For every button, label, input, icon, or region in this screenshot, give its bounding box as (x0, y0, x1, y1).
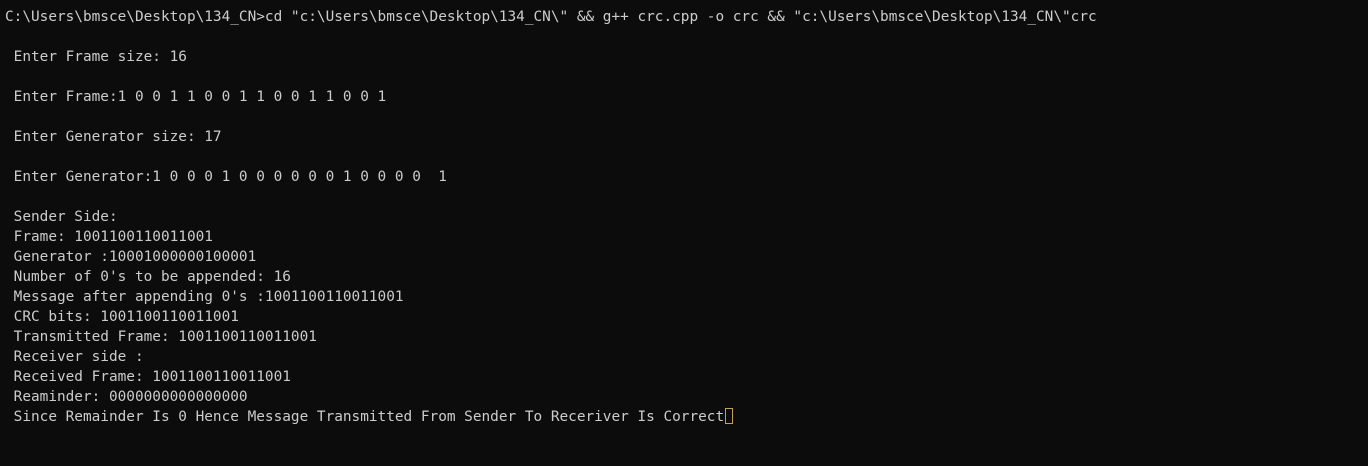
remainder-output: Reaminder: 0000000000000000 (5, 389, 248, 405)
generator-prompt: Enter Generator:1 0 0 0 1 0 0 0 0 0 0 1 … (5, 169, 447, 185)
transmitted-frame-output: Transmitted Frame: 1001100110011001 (5, 329, 317, 345)
generator-output: Generator :10001000000100001 (5, 249, 257, 265)
receiver-side-header: Receiver side : (5, 349, 144, 365)
frame-size-prompt: Enter Frame size: 16 (5, 49, 187, 65)
frame-prompt: Enter Frame:1 0 0 1 1 0 0 1 1 0 0 1 1 0 … (5, 89, 387, 105)
sender-side-header: Sender Side: (5, 209, 118, 225)
zeros-appended-output: Number of 0's to be appended: 16 (5, 269, 291, 285)
frame-output: Frame: 1001100110011001 (5, 229, 213, 245)
received-frame-output: Received Frame: 1001100110011001 (5, 369, 291, 385)
terminal-window[interactable]: C:\Users\bmsce\Desktop\134_CN>cd "c:\Use… (0, 0, 1368, 466)
conclusion-line: Since Remainder Is 0 Hence Message Trans… (5, 407, 1368, 427)
conclusion-text: Since Remainder Is 0 Hence Message Trans… (5, 409, 725, 425)
message-after-append-output: Message after appending 0's :10011001100… (5, 289, 404, 305)
command-line: C:\Users\bmsce\Desktop\134_CN>cd "c:\Use… (5, 9, 1097, 25)
crc-bits-output: CRC bits: 1001100110011001 (5, 309, 239, 325)
generator-size-prompt: Enter Generator size: 17 (5, 129, 222, 145)
text-cursor (725, 408, 734, 424)
